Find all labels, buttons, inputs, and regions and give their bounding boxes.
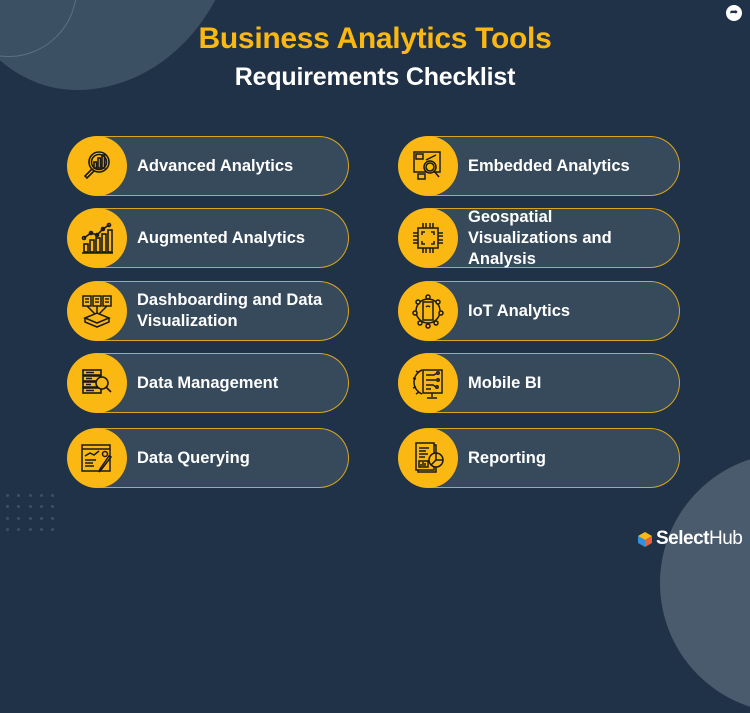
checklist-item-iot-analytics: IoT Analytics — [398, 281, 680, 341]
item-label: Augmented Analytics — [137, 228, 306, 247]
item-label: Data Management — [137, 373, 279, 392]
item-label: IoT Analytics — [468, 301, 571, 320]
monitor-gear-circuit-icon — [398, 353, 458, 413]
checklist-item-reporting: Reporting — [398, 428, 680, 488]
checklist-item-data-querying: Data Querying — [67, 428, 349, 488]
documents-to-box-icon — [67, 281, 127, 341]
decorative-blob-bottom-right — [660, 453, 750, 713]
selecthub-cube-icon — [638, 531, 652, 547]
item-label: Geospatial Visualizations and Analysis — [468, 207, 612, 268]
checklist-item-dashboarding: Dashboarding and Data Visualization — [67, 281, 349, 341]
checklist-item-mobile-bi: Mobile BI — [398, 353, 680, 413]
database-search-icon — [67, 353, 127, 413]
brand-name-bold: Select — [656, 528, 709, 549]
brand-name-light: Hub — [708, 528, 743, 549]
checklist-item-embedded-analytics: Embedded Analytics — [398, 136, 680, 196]
decorative-dot-grid — [6, 494, 62, 539]
selecthub-logo: SelectHub — [638, 528, 743, 550]
embedded-search-screen-icon — [398, 136, 458, 196]
page-subtitle: Requirements Checklist — [234, 63, 516, 91]
checklist-item-advanced-analytics: Advanced Analytics — [67, 136, 349, 196]
brand-name: SelectHub — [656, 528, 743, 550]
item-label: Data Querying — [137, 448, 250, 467]
chip-icon — [398, 208, 458, 268]
query-dashboard-pen-icon — [67, 428, 127, 488]
item-label: Advanced Analytics — [137, 156, 294, 175]
report-pie-chart-icon — [398, 428, 458, 488]
magnifier-chart-icon — [67, 136, 127, 196]
share-icon[interactable]: ➦ — [726, 5, 742, 21]
item-label: Mobile BI — [468, 373, 542, 392]
checklist-item-data-management: Data Management — [67, 353, 349, 413]
growth-bar-chart-icon — [67, 208, 127, 268]
item-label: Embedded Analytics — [468, 156, 630, 175]
page-title: Business Analytics Tools — [198, 22, 552, 55]
checklist-item-augmented-analytics: Augmented Analytics — [67, 208, 349, 268]
iot-network-phone-icon — [398, 281, 458, 341]
item-label: Reporting — [468, 448, 546, 467]
checklist-item-geospatial: Geospatial Visualizations and Analysis — [398, 208, 680, 268]
item-label: Dashboarding and Data Visualization — [137, 291, 323, 330]
